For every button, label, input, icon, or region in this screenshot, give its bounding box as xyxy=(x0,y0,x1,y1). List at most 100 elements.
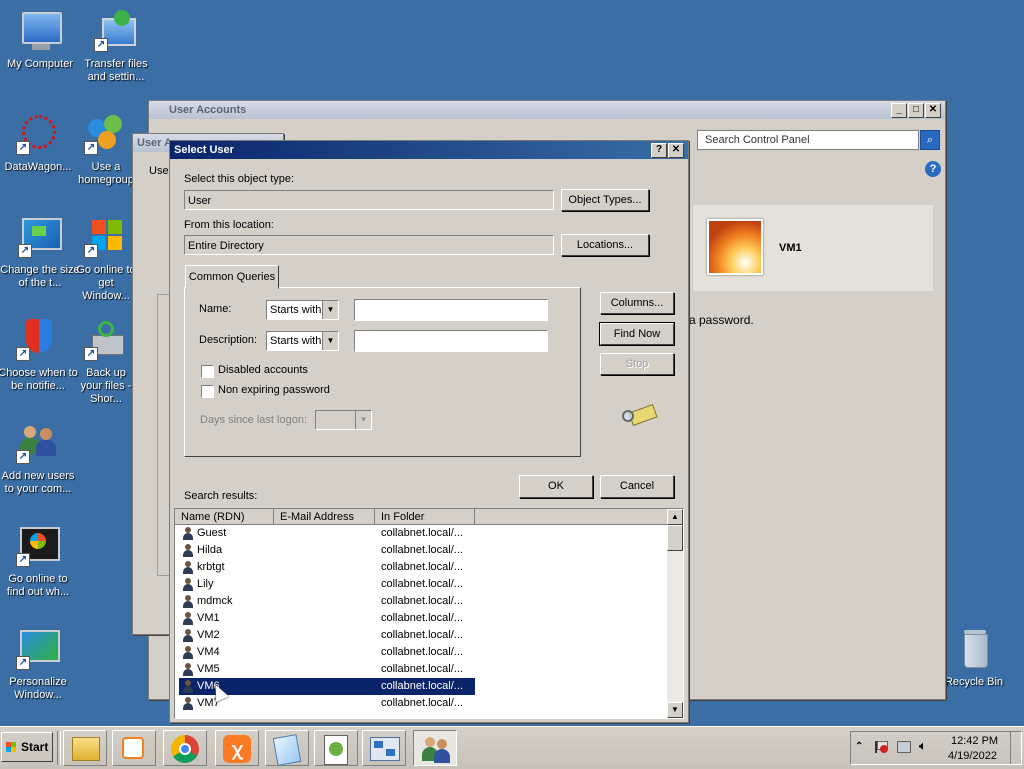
desktop-icon-transfer[interactable]: ↗ Transfer files and settin... xyxy=(76,10,156,84)
table-row[interactable]: VM5 collabnet.local/... xyxy=(179,661,475,678)
user-icon xyxy=(182,697,194,710)
taskbar-explorer[interactable] xyxy=(63,730,107,766)
result-folder: collabnet.local/... xyxy=(381,595,463,607)
table-row[interactable]: VM1 collabnet.local/... xyxy=(179,610,475,627)
user-icon xyxy=(182,663,194,676)
xampp-icon: ꭓ xyxy=(223,735,251,763)
desktop-icon-go-online[interactable]: ↗ Go online to get Window... xyxy=(76,216,136,303)
table-row[interactable]: mdmck collabnet.local/... xyxy=(179,593,475,610)
taskbar-network[interactable] xyxy=(362,730,406,766)
desktop-icon-choose-when[interactable]: ↗ Choose when to be notifie... xyxy=(0,319,78,393)
description-mode-select[interactable]: Starts with ▼ xyxy=(266,331,339,351)
user-icon xyxy=(182,578,194,591)
cp-search-box[interactable]: Search Control Panel xyxy=(697,130,919,150)
user-icon xyxy=(182,544,194,557)
table-row[interactable]: Hilda collabnet.local/... xyxy=(179,542,475,559)
result-folder: collabnet.local/... xyxy=(381,544,463,556)
non-expiring-password-label: Non expiring password xyxy=(218,384,330,396)
disabled-accounts-checkbox[interactable] xyxy=(201,365,214,378)
account-picture[interactable] xyxy=(707,219,763,275)
result-name: mdmck xyxy=(197,595,233,607)
taskbar-notepad[interactable] xyxy=(265,730,309,766)
table-row[interactable]: krbtgt collabnet.local/... xyxy=(179,559,475,576)
shield-icon: ↗ xyxy=(16,319,60,363)
taskbar-xampp[interactable]: ꭓ xyxy=(215,730,259,766)
maximize-button[interactable]: □ xyxy=(908,103,924,118)
locations-button[interactable]: Locations... xyxy=(561,234,649,256)
tab-common-queries[interactable]: Common Queries xyxy=(185,265,279,289)
location-field: Entire Directory xyxy=(184,235,554,255)
close-button[interactable]: ✕ xyxy=(925,103,941,118)
result-name: krbtgt xyxy=(197,561,225,573)
desktop-icon-go-online-find[interactable]: ↗ Go online to find out wh... xyxy=(0,525,78,599)
scroll-up-button[interactable]: ▲ xyxy=(667,509,683,525)
desktop-icon-add-users[interactable]: ↗ Add new users to your com... xyxy=(0,422,78,496)
cancel-button[interactable]: Cancel xyxy=(600,475,674,498)
column-header-name[interactable]: Name (RDN) xyxy=(175,509,274,525)
description-mode-value: Starts with xyxy=(270,335,322,347)
help-icon[interactable]: ? xyxy=(925,161,941,177)
clock-time[interactable]: 12:42 PM xyxy=(951,735,998,747)
media-icon xyxy=(122,737,144,759)
description-input[interactable] xyxy=(354,330,548,352)
column-header-filler xyxy=(475,509,669,525)
network-tray-icon[interactable] xyxy=(897,741,911,753)
desktop-icon-recycle-bin[interactable]: Recycle Bin xyxy=(934,628,1014,689)
behind-fragment: Use xyxy=(149,165,169,177)
name-input[interactable] xyxy=(354,299,548,321)
dialog-help-button[interactable]: ? xyxy=(651,143,667,158)
result-folder: collabnet.local/... xyxy=(381,646,463,658)
show-desktop-button[interactable] xyxy=(1010,732,1021,764)
dialog-close-button[interactable]: ✕ xyxy=(668,143,684,158)
user-icon xyxy=(182,629,194,642)
scroll-thumb[interactable] xyxy=(667,525,683,551)
dialog-titlebar: Select User ? ✕ xyxy=(170,141,688,159)
result-folder: collabnet.local/... xyxy=(381,527,463,539)
desktop-icon-datawagon[interactable]: ↗ DataWagon... xyxy=(0,113,78,174)
result-name: Guest xyxy=(197,527,227,539)
volume-icon[interactable]: 🔈︎ xyxy=(919,738,927,754)
desktop-icon-homegroup[interactable]: ↗ Use a homegroup xyxy=(76,113,136,187)
column-header-folder[interactable]: In Folder xyxy=(375,509,475,525)
taskbar-media[interactable] xyxy=(112,730,156,766)
taskbar-notepadpp[interactable] xyxy=(314,730,358,766)
chevron-down-icon: ▼ xyxy=(322,301,338,319)
column-header-email[interactable]: E-Mail Address xyxy=(274,509,375,525)
name-mode-value: Starts with xyxy=(270,304,322,316)
action-center-flag-icon[interactable] xyxy=(875,741,888,753)
columns-button[interactable]: Columns... xyxy=(600,292,674,314)
system-tray: ⌃ 🔈︎ 12:42 PM 4/19/2022 xyxy=(850,731,1022,765)
object-types-button[interactable]: Object Types... xyxy=(561,189,649,211)
minimize-button[interactable]: _ xyxy=(891,103,907,118)
desktop-icon-change-size[interactable]: ↗ Change the size of the t... xyxy=(0,216,80,290)
non-expiring-password-checkbox[interactable] xyxy=(201,385,214,398)
desktop-icon-my-computer[interactable]: My Computer xyxy=(0,10,80,71)
taskbar: Start ꭓ ⌃ 🔈︎ 12:42 PM 4/19/2022 xyxy=(0,726,1024,769)
desktop-icon-personalize[interactable]: ↗ Personalize Window... xyxy=(0,628,78,702)
result-name: VM2 xyxy=(197,629,220,641)
table-row[interactable]: Lily collabnet.local/... xyxy=(179,576,475,593)
user-icon xyxy=(182,646,194,659)
homegroup-icon: ↗ xyxy=(84,113,128,157)
scroll-down-button[interactable]: ▼ xyxy=(667,702,683,718)
result-name: Hilda xyxy=(197,544,223,556)
taskbar-chrome[interactable] xyxy=(163,730,207,766)
results-scrollbar[interactable]: ▲ ▼ xyxy=(667,509,683,718)
table-row[interactable]: Guest collabnet.local/... xyxy=(179,525,475,542)
table-row[interactable]: VM2 collabnet.local/... xyxy=(179,627,475,644)
search-magnifier-icon xyxy=(622,403,658,428)
personalize-icon: ↗ xyxy=(16,628,60,672)
name-mode-select[interactable]: Starts with ▼ xyxy=(266,300,339,320)
table-row[interactable]: VM4 collabnet.local/... xyxy=(179,644,475,661)
desktop-icon-backup[interactable]: ↗ Back up your files - Shor... xyxy=(76,319,136,406)
clock-date[interactable]: 4/19/2022 xyxy=(948,750,997,762)
start-button[interactable]: Start xyxy=(1,732,53,762)
find-now-button[interactable]: Find Now xyxy=(599,322,675,346)
search-results-list[interactable]: Name (RDN) E-Mail Address In Folder Gues… xyxy=(174,508,684,719)
result-name: VM1 xyxy=(197,612,220,624)
show-hidden-icons-icon[interactable]: ⌃ xyxy=(855,741,863,752)
taskbar-users[interactable] xyxy=(413,730,457,766)
ok-button[interactable]: OK xyxy=(519,475,593,498)
search-icon[interactable]: ⌕ xyxy=(920,130,940,150)
account-name: VM1 xyxy=(779,242,802,254)
